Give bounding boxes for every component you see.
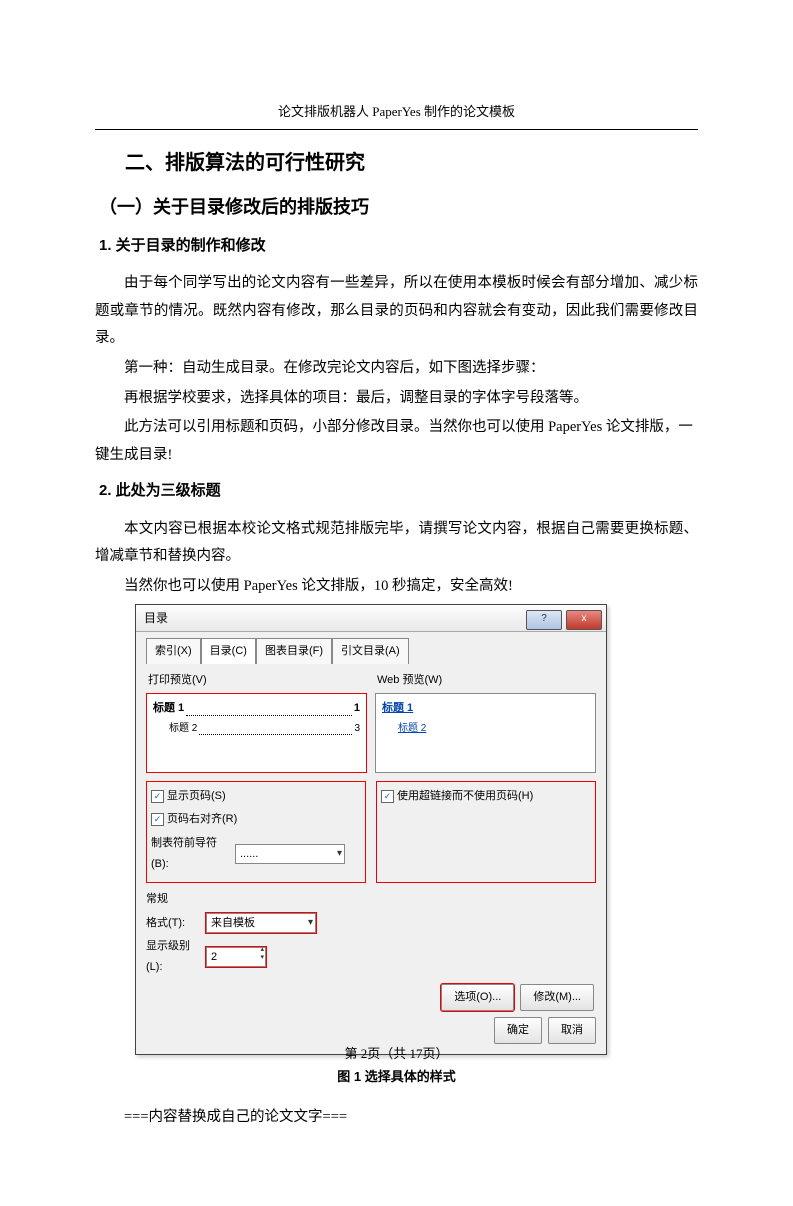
levels-label: 显示级别(L): [146,936,202,978]
toc-h2-page: 3 [354,719,360,738]
chk-show-page-label: 显示页码(S) [167,786,226,807]
web-preview-box: 标题 1 标题 2 [375,693,596,773]
chk-show-page[interactable]: ✓ 显示页码(S) [151,786,361,807]
paragraph: 第一种：自动生成目录。在修改完论文内容后，如下图选择步骤： [95,355,698,383]
toc-dialog: 目录 ? x 索引(X) 目录(C) 图表目录(F) 引文目录(A) 打印预览(… [135,604,607,1055]
web-h2-link[interactable]: 标题 2 [398,723,426,734]
general-label: 常规 [146,889,596,910]
toc-h1-page: 1 [354,698,360,719]
tab-toc[interactable]: 目录(C) [201,638,256,664]
options-button[interactable]: 选项(O)... [441,984,514,1011]
heading-3-1: 1. 关于目录的制作和修改 [99,232,698,261]
checkbox-icon: ✓ [151,813,164,826]
format-combo[interactable]: 来自模板 [206,913,316,933]
chk-hyperlink-label: 使用超链接而不使用页码(H) [397,786,533,807]
web-preview-label: Web 预览(W) [377,670,596,691]
figure-caption: 图 1 选择具体的样式 [95,1065,698,1090]
levels-spinner[interactable]: 2 [206,947,266,967]
tab-strip: 索引(X) 目录(C) 图表目录(F) 引文目录(A) [146,638,596,664]
tab-figures[interactable]: 图表目录(F) [256,638,332,664]
checkbox-icon: ✓ [381,790,394,803]
ok-button[interactable]: 确定 [494,1017,542,1044]
paragraph: 本文内容已根据本校论文格式规范排版完毕，请撰写论文内容，根据自己需要更换标题、增… [95,516,698,571]
format-label: 格式(T): [146,913,202,934]
help-button[interactable]: ? [526,610,562,630]
page-footer: 第 2页（共 17页） [0,1043,793,1062]
leader-label: 制表符前导符(B): [151,833,231,875]
cancel-button[interactable]: 取消 [548,1017,596,1044]
chk-right-align[interactable]: ✓ 页码右对齐(R) [151,809,361,830]
right-options: ✓ 使用超链接而不使用页码(H) [376,781,596,883]
leader-combo[interactable]: ...... [235,844,345,864]
paragraph: 当然你也可以使用 PaperYes 论文排版，10 秒搞定，安全高效! [95,573,698,601]
heading-1: 二、排版算法的可行性研究 [125,144,698,182]
tab-index[interactable]: 索引(X) [146,638,201,664]
dialog-title-bar: 目录 ? x [136,605,606,632]
web-h1-link[interactable]: 标题 1 [382,702,413,714]
modify-button[interactable]: 修改(M)... [520,984,594,1011]
toc-h2-text: 标题 2 [169,719,197,738]
heading-3-2: 2. 此处为三级标题 [99,477,698,506]
toc-h1-text: 标题 1 [153,698,184,719]
header-rule [95,129,698,130]
chk-right-align-label: 页码右对齐(R) [167,809,237,830]
dialog-title: 目录 [136,607,168,630]
tab-citations[interactable]: 引文目录(A) [332,638,409,664]
replace-placeholder: ===内容替换成自己的论文文字=== [95,1104,698,1132]
paragraph: 此方法可以引用标题和页码，小部分修改目录。当然你也可以使用 PaperYes 论… [95,414,698,469]
paragraph: 再根据学校要求，选择具体的项目：最后，调整目录的字体字号段落等。 [95,385,698,413]
dialog-figure: 目录 ? x 索引(X) 目录(C) 图表目录(F) 引文目录(A) 打印预览(… [135,604,698,1055]
left-options: ✓ 显示页码(S) ✓ 页码右对齐(R) 制表符前导符(B): ...... [146,781,366,883]
heading-2: （一）关于目录修改后的排版技巧 [99,190,698,224]
print-preview-box: 标题 1 1 标题 2 3 [146,693,367,773]
chk-hyperlink[interactable]: ✓ 使用超链接而不使用页码(H) [381,786,591,807]
checkbox-icon: ✓ [151,790,164,803]
print-preview-label: 打印预览(V) [148,670,367,691]
close-button[interactable]: x [566,610,602,630]
running-header: 论文排版机器人 PaperYes 制作的论文模板 [95,100,698,125]
paragraph: 由于每个同学写出的论文内容有一些差异，所以在使用本模板时候会有部分增加、减少标题… [95,270,698,353]
